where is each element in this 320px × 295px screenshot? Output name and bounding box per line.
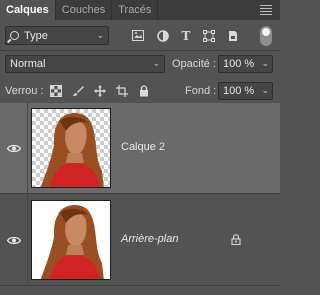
- opacity-field[interactable]: 100 % ⌄: [218, 55, 273, 73]
- type-filter-icon[interactable]: T: [180, 30, 192, 42]
- layer-row-arriere-plan[interactable]: Arrière-plan: [0, 195, 280, 286]
- layer-name[interactable]: Arrière-plan: [121, 233, 178, 245]
- filter-toggle-switch[interactable]: [260, 26, 272, 46]
- filter-type-value: Type: [24, 29, 48, 42]
- fill-field[interactable]: 100 % ⌄: [218, 82, 273, 100]
- chevron-down-icon[interactable]: ⌄: [261, 58, 269, 69]
- chevron-down-icon: ⌄: [152, 58, 160, 68]
- layer-thumbnail[interactable]: [31, 108, 111, 188]
- search-icon: [10, 31, 19, 40]
- layer-row-calque-2[interactable]: Calque 2: [0, 103, 280, 194]
- visibility-eye-icon[interactable]: [7, 144, 21, 153]
- chevron-down-icon[interactable]: ⌄: [261, 85, 269, 96]
- lock-position-icon[interactable]: [94, 85, 106, 97]
- adjustment-filter-icon[interactable]: [157, 30, 169, 42]
- blend-mode-select[interactable]: Normal ⌄: [5, 55, 165, 73]
- layer-lock-icon: [231, 234, 241, 245]
- chevron-down-icon: ⌄: [96, 30, 104, 40]
- lock-artboard-icon[interactable]: [116, 85, 128, 97]
- opacity-value: 100 %: [223, 58, 255, 70]
- tab-calques[interactable]: Calques: [0, 0, 56, 20]
- shape-filter-icon[interactable]: [203, 30, 215, 42]
- fill-value: 100 %: [223, 85, 255, 97]
- opacity-label: Opacité :: [172, 58, 217, 70]
- layer-thumbnail[interactable]: [31, 200, 111, 280]
- fill-label: Fond :: [185, 85, 217, 97]
- layer-filter-row: Type ⌄ T: [0, 24, 280, 48]
- pixel-filter-icon[interactable]: [132, 30, 144, 42]
- layer-name[interactable]: Calque 2: [121, 141, 165, 153]
- visibility-column-divider: [27, 195, 28, 286]
- portrait-image: [40, 205, 104, 279]
- smart-object-filter-icon[interactable]: [227, 30, 239, 42]
- tab-couches[interactable]: Couches: [56, 0, 113, 20]
- lock-image-pixels-icon[interactable]: [72, 85, 84, 97]
- lock-transparent-pixels-icon[interactable]: [50, 85, 62, 97]
- blend-mode-value: Normal: [10, 58, 46, 70]
- visibility-eye-icon[interactable]: [7, 236, 21, 245]
- panel-tab-bar: Calques Couches Tracés: [0, 0, 280, 20]
- panel-menu-icon[interactable]: [260, 5, 272, 17]
- portrait-image: [40, 113, 104, 187]
- filter-type-select[interactable]: Type ⌄: [5, 26, 109, 45]
- lock-label: Verrou :: [5, 85, 44, 97]
- tab-traces[interactable]: Tracés: [112, 0, 159, 20]
- layers-list: Calque 2 Arrière-plan: [0, 103, 280, 295]
- divider: [0, 50, 280, 51]
- visibility-column-divider: [27, 103, 28, 194]
- lock-all-icon[interactable]: [138, 85, 150, 97]
- layers-panel: Calques Couches Tracés Type ⌄ T Normal ⌄…: [0, 0, 280, 295]
